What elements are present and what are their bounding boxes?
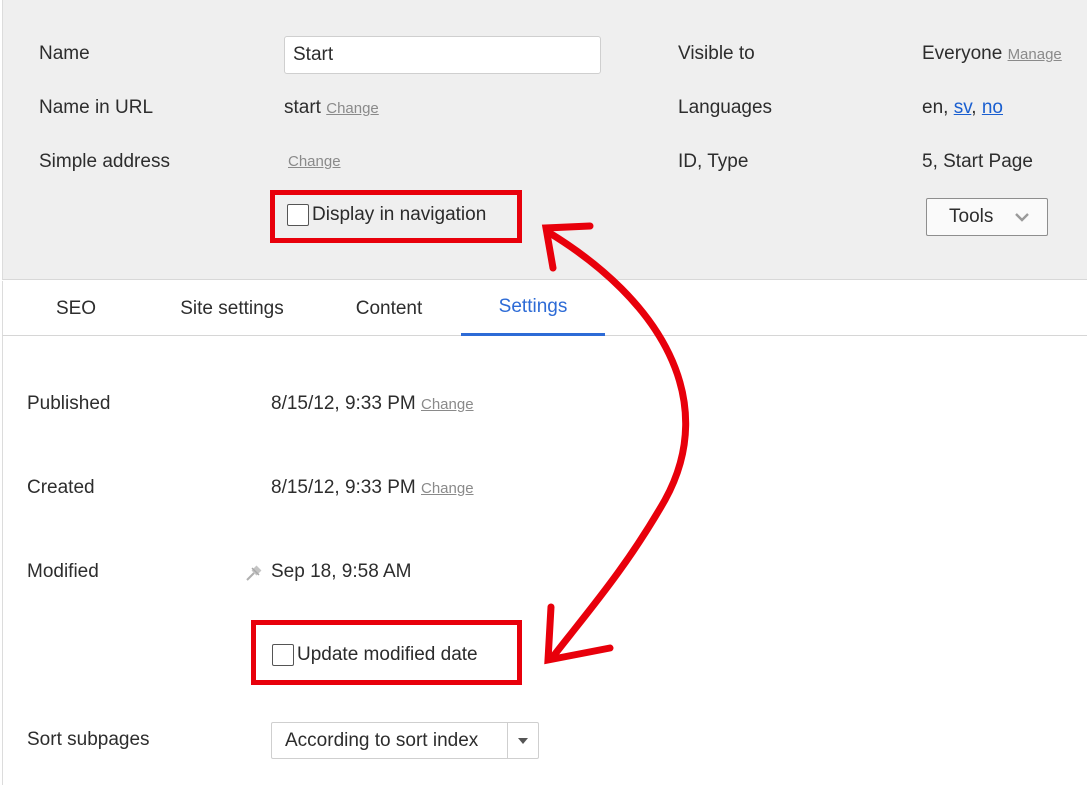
tools-button-label: Tools [949, 206, 994, 227]
annotation-box-display-in-navigation [270, 190, 522, 243]
modified-label: Modified [27, 561, 99, 582]
simple-address-label: Simple address [39, 151, 170, 172]
tab-site-settings[interactable]: Site settings [163, 281, 301, 336]
manage-link[interactable]: Manage [1008, 46, 1062, 63]
name-in-url-change-link[interactable]: Change [326, 100, 379, 117]
sort-subpages-select[interactable]: According to sort index [271, 722, 539, 759]
id-type-label: ID, Type [678, 151, 749, 172]
created-change-link[interactable]: Change [421, 480, 474, 497]
published-change-link[interactable]: Change [421, 396, 474, 413]
select-divider [507, 723, 508, 758]
visible-to-value-group: Everyone Manage [922, 43, 1062, 65]
visible-to-value: Everyone [922, 43, 1003, 64]
pin-icon [246, 565, 262, 581]
published-label: Published [27, 393, 111, 414]
languages-label: Languages [678, 97, 773, 118]
name-in-url-label: Name in URL [39, 97, 154, 118]
language-sv-link[interactable]: sv [954, 97, 972, 118]
settings-panel [2, 336, 1087, 785]
modified-value: Sep 18, 9:58 AM [271, 561, 412, 582]
chevron-down-icon [1015, 213, 1029, 222]
name-label: Name [39, 43, 90, 64]
tab-content[interactable]: Content [341, 281, 437, 336]
created-value-group: 8/15/12, 9:33 PM Change [271, 477, 474, 499]
caret-down-icon [518, 738, 528, 744]
language-en: en, [922, 97, 954, 118]
id-type-value: 5, Start Page [922, 151, 1033, 172]
tab-bar: SEO Site settings Content Settings [2, 281, 1087, 336]
sort-subpages-label: Sort subpages [27, 729, 150, 750]
created-label: Created [27, 477, 95, 498]
tab-settings[interactable]: Settings [461, 281, 605, 336]
tab-seo[interactable]: SEO [43, 281, 109, 336]
name-in-url-value: start [284, 97, 321, 118]
languages-value-group: en, sv, no [922, 97, 1003, 119]
name-in-url-value-group: start Change [284, 97, 379, 119]
name-input[interactable] [284, 36, 601, 74]
published-value: 8/15/12, 9:33 PM [271, 393, 416, 414]
language-separator: , [971, 97, 982, 118]
tools-button[interactable]: Tools [926, 198, 1048, 236]
annotation-box-update-modified-date [251, 620, 522, 685]
published-value-group: 8/15/12, 9:33 PM Change [271, 393, 474, 415]
visible-to-label: Visible to [678, 43, 755, 64]
simple-address-change-link[interactable]: Change [288, 153, 341, 170]
language-no-link[interactable]: no [982, 97, 1003, 118]
created-value: 8/15/12, 9:33 PM [271, 477, 416, 498]
sort-subpages-selected-value: According to sort index [285, 729, 479, 751]
